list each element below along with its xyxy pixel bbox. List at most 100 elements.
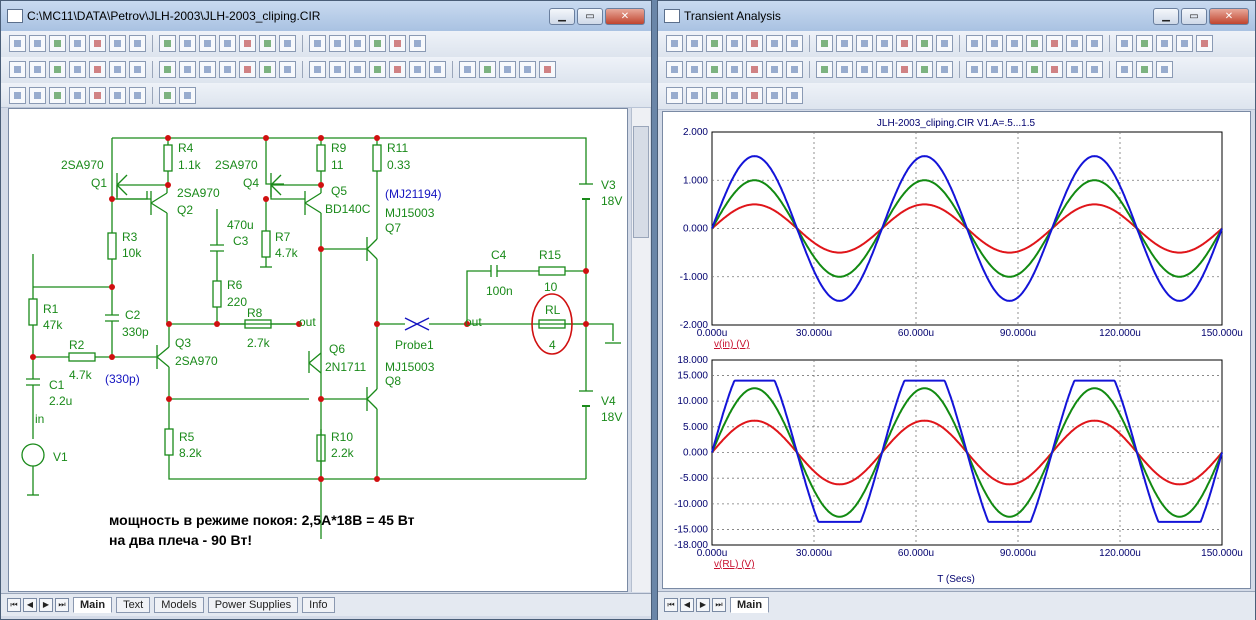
a-prev-tab-nav-icon[interactable]: ◀ bbox=[680, 598, 694, 612]
toolbar-tool-button[interactable] bbox=[9, 61, 26, 78]
schematic-titlebar[interactable]: C:\MC11\DATA\Petrov\JLH-2003\JLH-2003_cl… bbox=[1, 1, 651, 32]
toolbar-tool-button[interactable] bbox=[986, 61, 1003, 78]
schematic-vertical-scrollbar[interactable] bbox=[631, 108, 650, 592]
toolbar-tool-button[interactable] bbox=[666, 35, 683, 52]
toolbar-tool-button[interactable] bbox=[49, 35, 66, 52]
toolbar-tool-button[interactable] bbox=[1176, 35, 1193, 52]
toolbar-tool-button[interactable] bbox=[836, 61, 853, 78]
toolbar-tool-button[interactable] bbox=[329, 61, 346, 78]
analysis-titlebar[interactable]: Transient Analysis ▁ ▭ ✕ bbox=[658, 1, 1255, 32]
toolbar-tool-button[interactable] bbox=[1136, 35, 1153, 52]
toolbar-tool-button[interactable] bbox=[916, 35, 933, 52]
toolbar-tool-button[interactable] bbox=[179, 87, 196, 104]
a-next-tab-nav-icon[interactable]: ▶ bbox=[696, 598, 710, 612]
toolbar-tool-button[interactable] bbox=[816, 35, 833, 52]
toolbar-tool-button[interactable] bbox=[726, 61, 743, 78]
toolbar-tool-button[interactable] bbox=[836, 35, 853, 52]
tab-power-supplies[interactable]: Power Supplies bbox=[207, 597, 299, 613]
toolbar-tool-button[interactable] bbox=[109, 35, 126, 52]
minimize-button[interactable]: ▁ bbox=[549, 8, 575, 25]
toolbar-tool-button[interactable] bbox=[199, 61, 216, 78]
analysis-minimize-button[interactable]: ▁ bbox=[1153, 8, 1179, 25]
toolbar-tool-button[interactable] bbox=[686, 35, 703, 52]
toolbar-tool-button[interactable] bbox=[109, 61, 126, 78]
toolbar-tool-button[interactable] bbox=[666, 61, 683, 78]
toolbar-tool-button[interactable] bbox=[1086, 61, 1103, 78]
analysis-close-button[interactable]: ✕ bbox=[1209, 8, 1249, 25]
next-tab-nav-icon[interactable]: ▶ bbox=[39, 598, 53, 612]
close-button[interactable]: ✕ bbox=[605, 8, 645, 25]
toolbar-tool-button[interactable] bbox=[479, 61, 496, 78]
toolbar-tool-button[interactable] bbox=[1086, 35, 1103, 52]
toolbar-tool-button[interactable] bbox=[706, 87, 723, 104]
analysis-tab-main[interactable]: Main bbox=[730, 597, 770, 613]
toolbar-tool-button[interactable] bbox=[279, 35, 296, 52]
toolbar-tool-button[interactable] bbox=[129, 35, 146, 52]
toolbar-tool-button[interactable] bbox=[986, 35, 1003, 52]
toolbar-tool-button[interactable] bbox=[219, 35, 236, 52]
toolbar-tool-button[interactable] bbox=[69, 87, 86, 104]
schematic-scroll-thumb[interactable] bbox=[633, 126, 649, 238]
toolbar-tool-button[interactable] bbox=[1196, 35, 1213, 52]
toolbar-tool-button[interactable] bbox=[29, 87, 46, 104]
toolbar-tool-button[interactable] bbox=[29, 35, 46, 52]
toolbar-tool-button[interactable] bbox=[519, 61, 536, 78]
tab-text[interactable]: Text bbox=[116, 597, 151, 613]
schematic-canvas[interactable]: 2SA970 Q1 2SA970 Q2 R4 1.1k 2SA970 Q4 R9… bbox=[8, 108, 628, 592]
toolbar-tool-button[interactable] bbox=[816, 61, 833, 78]
toolbar-tool-button[interactable] bbox=[539, 61, 556, 78]
toolbar-tool-button[interactable] bbox=[786, 61, 803, 78]
toolbar-tool-button[interactable] bbox=[29, 61, 46, 78]
toolbar-tool-button[interactable] bbox=[1136, 61, 1153, 78]
toolbar-tool-button[interactable] bbox=[199, 35, 216, 52]
toolbar-tool-button[interactable] bbox=[766, 35, 783, 52]
toolbar-tool-button[interactable] bbox=[1006, 61, 1023, 78]
toolbar-tool-button[interactable] bbox=[49, 87, 66, 104]
toolbar-tool-button[interactable] bbox=[876, 61, 893, 78]
toolbar-tool-button[interactable] bbox=[389, 35, 406, 52]
toolbar-tool-button[interactable] bbox=[686, 87, 703, 104]
toolbar-tool-button[interactable] bbox=[786, 87, 803, 104]
toolbar-tool-button[interactable] bbox=[9, 87, 26, 104]
a-first-tab-nav-icon[interactable]: ⏮ bbox=[664, 598, 678, 612]
toolbar-tool-button[interactable] bbox=[1046, 61, 1063, 78]
toolbar-tool-button[interactable] bbox=[179, 61, 196, 78]
toolbar-tool-button[interactable] bbox=[309, 35, 326, 52]
toolbar-tool-button[interactable] bbox=[309, 61, 326, 78]
toolbar-tool-button[interactable] bbox=[746, 61, 763, 78]
toolbar-tool-button[interactable] bbox=[49, 61, 66, 78]
toolbar-tool-button[interactable] bbox=[1116, 35, 1133, 52]
toolbar-tool-button[interactable] bbox=[706, 35, 723, 52]
toolbar-tool-button[interactable] bbox=[686, 61, 703, 78]
toolbar-tool-button[interactable] bbox=[239, 61, 256, 78]
toolbar-tool-button[interactable] bbox=[89, 87, 106, 104]
plot-area[interactable]: JLH-2003_cliping.CIR V1.A=.5...1.5 0.000… bbox=[662, 111, 1251, 589]
toolbar-tool-button[interactable] bbox=[1006, 35, 1023, 52]
prev-tab-nav-icon[interactable]: ◀ bbox=[23, 598, 37, 612]
toolbar-tool-button[interactable] bbox=[896, 61, 913, 78]
first-tab-nav-icon[interactable]: ⏮ bbox=[7, 598, 21, 612]
tab-info[interactable]: Info bbox=[302, 597, 335, 613]
toolbar-tool-button[interactable] bbox=[766, 61, 783, 78]
toolbar-tool-button[interactable] bbox=[409, 35, 426, 52]
tab-models[interactable]: Models bbox=[154, 597, 204, 613]
toolbar-tool-button[interactable] bbox=[499, 61, 516, 78]
toolbar-tool-button[interactable] bbox=[389, 61, 406, 78]
toolbar-tool-button[interactable] bbox=[109, 87, 126, 104]
toolbar-tool-button[interactable] bbox=[159, 61, 176, 78]
toolbar-tool-button[interactable] bbox=[159, 87, 176, 104]
toolbar-tool-button[interactable] bbox=[746, 87, 763, 104]
tab-main[interactable]: Main bbox=[73, 597, 113, 613]
toolbar-tool-button[interactable] bbox=[329, 35, 346, 52]
toolbar-tool-button[interactable] bbox=[896, 35, 913, 52]
toolbar-tool-button[interactable] bbox=[259, 35, 276, 52]
toolbar-tool-button[interactable] bbox=[1066, 61, 1083, 78]
toolbar-tool-button[interactable] bbox=[916, 61, 933, 78]
toolbar-tool-button[interactable] bbox=[726, 35, 743, 52]
toolbar-tool-button[interactable] bbox=[219, 61, 236, 78]
toolbar-tool-button[interactable] bbox=[936, 61, 953, 78]
toolbar-tool-button[interactable] bbox=[459, 61, 476, 78]
toolbar-tool-button[interactable] bbox=[259, 61, 276, 78]
toolbar-tool-button[interactable] bbox=[69, 35, 86, 52]
toolbar-tool-button[interactable] bbox=[876, 35, 893, 52]
